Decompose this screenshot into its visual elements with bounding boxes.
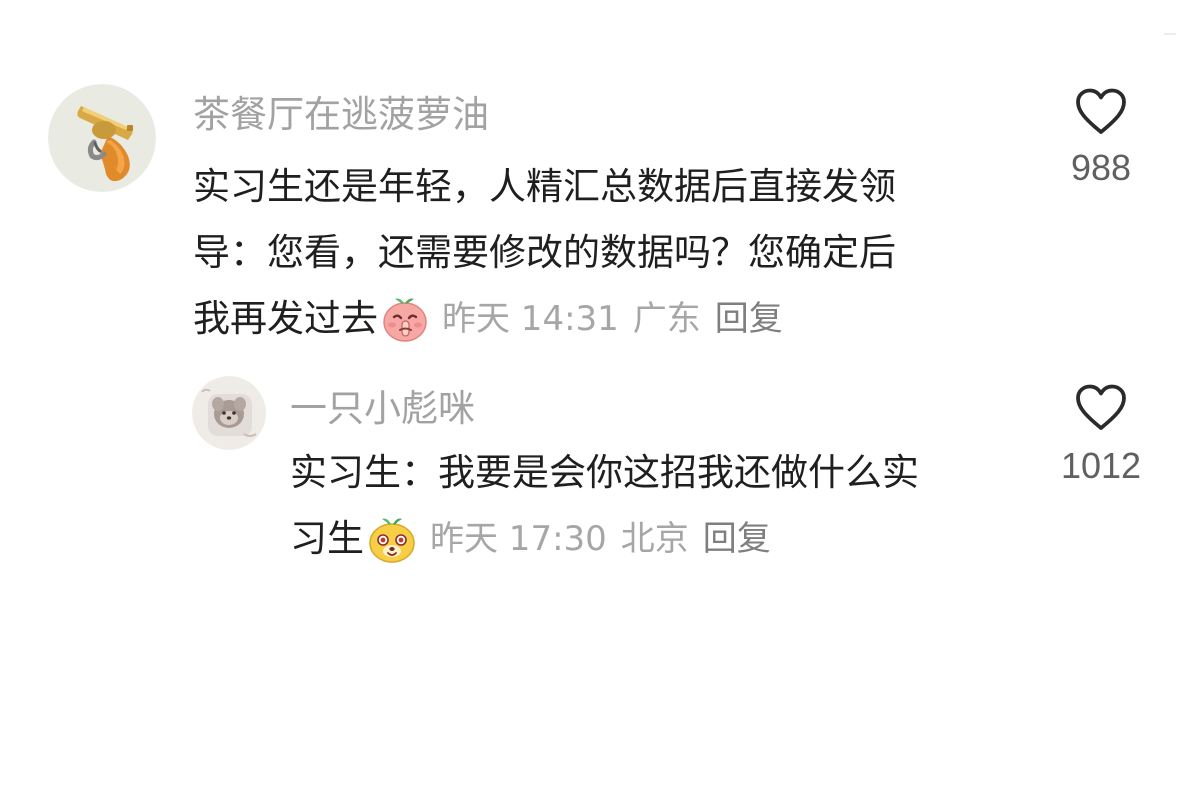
like-count: 1012 — [1060, 445, 1142, 486]
golden-revolver-icon — [48, 84, 156, 192]
shush-face-emoji — [380, 294, 430, 344]
comment-last-line: 我再发过去 昨天 14:31 广东 回复 — [193, 286, 896, 352]
replier-username[interactable]: 一只小彪咪 — [290, 385, 475, 433]
comment-timestamp: 昨天 14:31 — [442, 299, 619, 339]
reply-last-line: 习生 昨天 17:30 北京 回复 — [290, 506, 919, 572]
like-count: 988 — [1070, 147, 1132, 188]
top-right-divider — [1164, 33, 1176, 35]
like-button[interactable]: 1012 — [1046, 384, 1156, 488]
reply-text-line: 习生 — [290, 517, 364, 560]
replier-avatar[interactable] — [192, 376, 266, 450]
commenter-avatar[interactable] — [48, 84, 156, 192]
comment-text-line: 实习生还是年轻，人精汇总数据后直接发领 — [193, 165, 896, 208]
heart-outline-icon — [1076, 88, 1126, 134]
surprised-bear-emoji — [366, 513, 418, 565]
reply-text-line: 实习生：我要是会你这招我还做什么实 — [290, 451, 919, 494]
like-button[interactable]: 988 — [1046, 88, 1156, 190]
comment-text-line: 导：您看，还需要修改的数据吗？您确定后 — [193, 231, 896, 274]
heart-outline-icon — [1076, 384, 1126, 430]
comment-text-line: 我再发过去 — [193, 297, 378, 340]
plush-toy-avatar — [192, 376, 266, 450]
reply-timestamp: 昨天 17:30 — [430, 519, 607, 559]
reply-button[interactable]: 回复 — [703, 506, 771, 572]
reply-button[interactable]: 回复 — [715, 286, 783, 352]
commenter-username[interactable]: 茶餐厅在逃菠萝油 — [193, 90, 489, 140]
comment-location: 广东 — [632, 299, 701, 339]
reply-text: 实习生：我要是会你这招我还做什么实 习生 昨天 17:30 北京 回复 — [290, 440, 919, 572]
reply-location: 北京 — [620, 519, 689, 559]
comment-text: 实习生还是年轻，人精汇总数据后直接发领 导：您看，还需要修改的数据吗？您确定后 … — [193, 154, 896, 352]
